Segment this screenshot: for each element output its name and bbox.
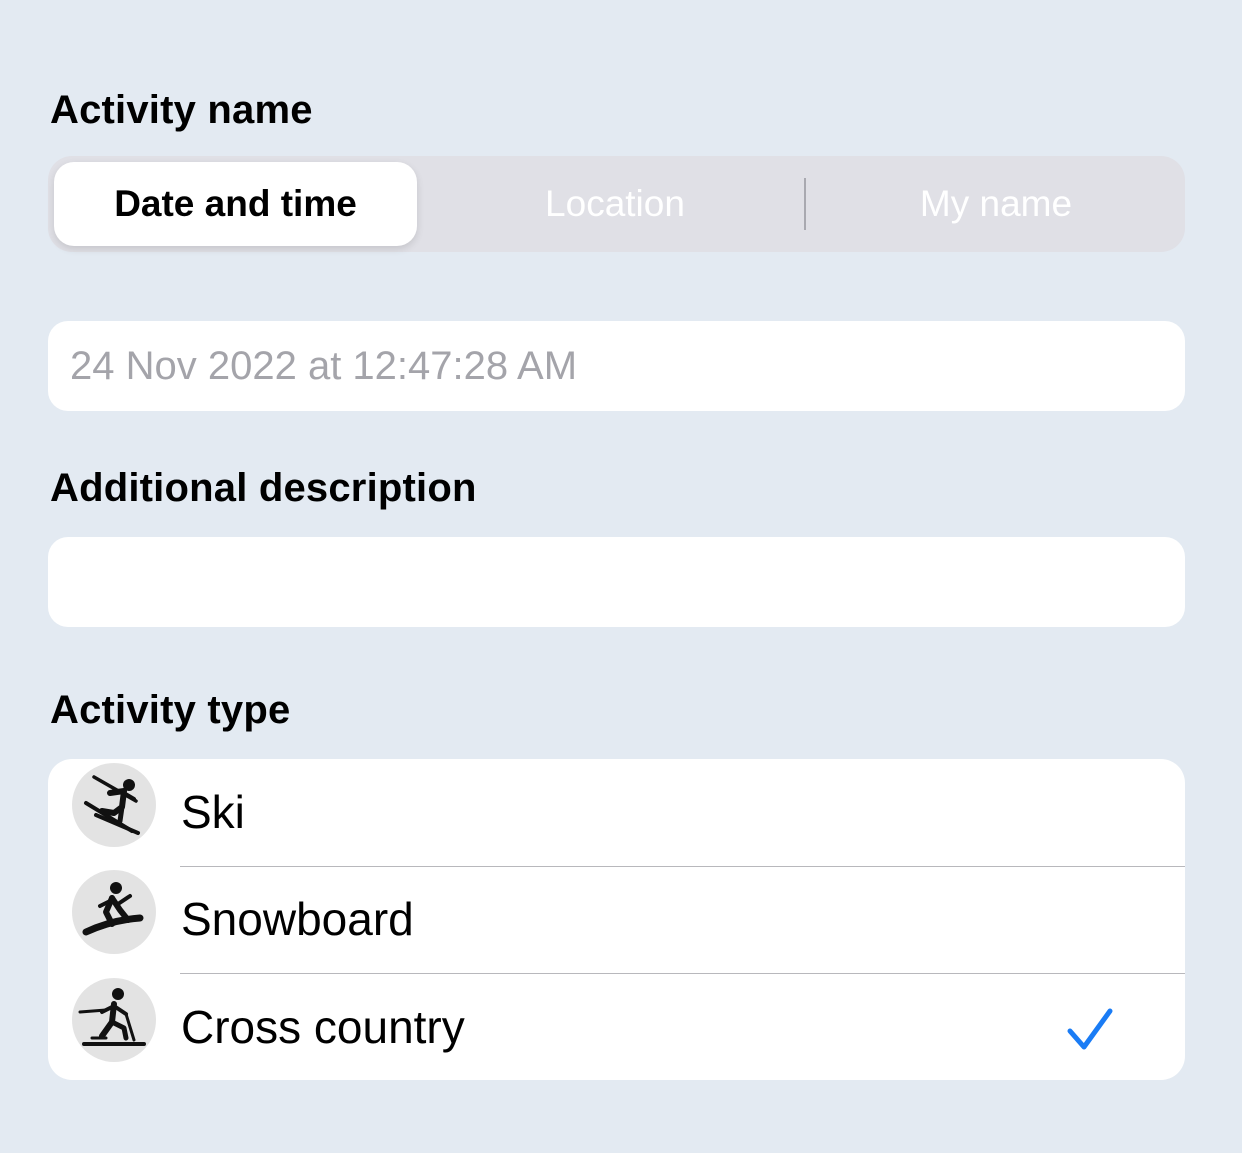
activity-name-input[interactable]: 24 Nov 2022 at 12:47:28 AM: [48, 321, 1185, 411]
skier-icon: [72, 763, 156, 847]
segment-location[interactable]: Location: [426, 162, 804, 246]
activity-name-label: Activity name: [50, 88, 313, 132]
activity-type-list: Ski Snowboard Cross country: [48, 759, 1185, 1080]
activity-type-option-ski[interactable]: Ski: [48, 759, 1185, 866]
additional-description-input[interactable]: [48, 537, 1185, 627]
activity-name-placeholder: 24 Nov 2022 at 12:47:28 AM: [70, 343, 578, 388]
activity-type-label-snowboard: Snowboard: [181, 892, 414, 945]
additional-description-label: Additional description: [50, 466, 477, 510]
checkmark-icon: [1067, 1008, 1113, 1050]
activity-type-label-cross-country: Cross country: [181, 1000, 465, 1053]
activity-name-segmented-control: Date and time Location My name: [48, 156, 1185, 252]
segment-date-and-time[interactable]: Date and time: [54, 162, 417, 246]
segment-divider: [804, 178, 806, 230]
activity-type-option-snowboard[interactable]: Snowboard: [48, 866, 1185, 973]
snowboarder-icon: [72, 870, 156, 954]
activity-type-label: Activity type: [50, 688, 291, 732]
activity-type-option-cross-country[interactable]: Cross country: [48, 973, 1185, 1080]
cross-country-skier-icon: [72, 978, 156, 1062]
activity-type-label-ski: Ski: [181, 786, 245, 838]
segment-my-name[interactable]: My name: [808, 162, 1184, 246]
